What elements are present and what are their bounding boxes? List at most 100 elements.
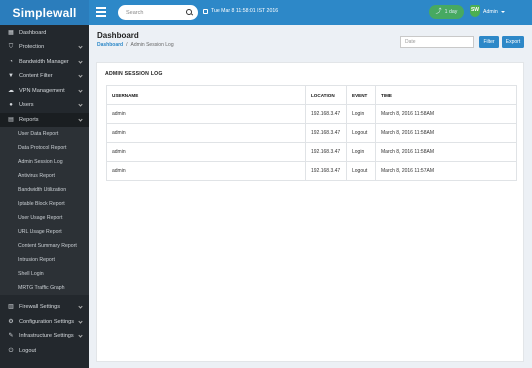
sidebar-item-infrastructure-settings[interactable]: ✎ Infrastructure Settings: [0, 329, 89, 343]
cloud-icon: ☁: [8, 88, 14, 94]
user-icon: ●: [9, 102, 13, 108]
sidebar-item-label: Infrastructure Settings: [19, 333, 74, 339]
chevron-down-icon: [500, 11, 505, 13]
sidebar-item-label: Dashboard: [19, 30, 47, 36]
search-input[interactable]: [126, 9, 186, 16]
chevron-down-icon: [78, 117, 83, 122]
chevron-down-icon: [78, 88, 83, 93]
gear-icon: ⚙: [8, 319, 14, 325]
cell-event: Logout: [346, 123, 376, 143]
subitem-antivirus-report[interactable]: Antivirus Report: [0, 169, 89, 183]
user-avatar[interactable]: SW: [470, 5, 480, 17]
power-icon: ⏻: [8, 348, 14, 354]
filter-button[interactable]: Filter: [479, 36, 499, 48]
cell-time: March 8, 2016 11:58AM: [375, 123, 517, 143]
breadcrumb-home-link[interactable]: Dashboard: [97, 42, 123, 48]
sidebar-item-reports[interactable]: ▤ Reports: [0, 113, 89, 127]
chevron-down-icon: [78, 319, 83, 324]
sidebar-item-label: Bandwidth Manager: [19, 59, 69, 65]
subitem-admin-session-log[interactable]: Admin Session Log: [0, 155, 89, 169]
sidebar-item-users[interactable]: ● Users: [0, 98, 89, 112]
cell-time: March 8, 2016 11:57AM: [375, 161, 517, 181]
search-box[interactable]: [118, 5, 198, 20]
subitem-iptable-block-report[interactable]: Iptable Block Report: [0, 197, 89, 211]
subitem-user-data-report[interactable]: User Data Report: [0, 127, 89, 141]
column-header-time: TIME: [375, 85, 517, 105]
sidebar-item-label: Configuration Settings: [19, 319, 75, 325]
panel-title: ADMIN SESSION LOG: [105, 71, 163, 77]
subitem-url-usage-report[interactable]: URL Usage Report: [0, 225, 89, 239]
cell-location: 192.168.3.47: [305, 104, 347, 124]
chevron-down-icon: [78, 102, 83, 107]
period-selector[interactable]: ⤴ 1 day: [429, 5, 464, 19]
table-header-row: USERNAME LOCATION EVENT TIME: [106, 85, 517, 105]
cell-location: 192.168.3.47: [305, 123, 347, 143]
session-log-table: USERNAME LOCATION EVENT TIME admin 192.1…: [106, 85, 517, 181]
export-button[interactable]: Export: [502, 36, 524, 48]
sidebar-item-label: Users: [19, 102, 34, 108]
table-row: admin 192.168.3.47 Logout March 8, 2016 …: [106, 161, 517, 181]
sidebar-item-logout[interactable]: ⏻ Logout: [0, 344, 89, 358]
server-datetime: Tue Mar 8 11:58:01 IST 2016: [203, 8, 278, 14]
cell-event: Logout: [346, 161, 376, 181]
sidebar-item-vpn-management[interactable]: ☁ VPN Management: [0, 84, 89, 98]
sidebar-item-label: Content Filter: [19, 73, 53, 79]
cell-time: March 8, 2016 11:58AM: [375, 142, 517, 162]
sidebar: ▦ Dashboard ⛉ Protection ◔ Bandwidth Man…: [0, 25, 89, 368]
cell-event: Login: [346, 142, 376, 162]
sidebar-item-content-filter[interactable]: ▼ Content Filter: [0, 69, 89, 83]
trend-icon: ⤴: [435, 9, 442, 15]
cell-event: Login: [346, 104, 376, 124]
date-field[interactable]: [400, 36, 474, 48]
cell-username: admin: [106, 161, 306, 181]
cell-location: 192.168.3.47: [305, 161, 347, 181]
subitem-bandwidth-utilization[interactable]: Bandwidth Utilization: [0, 183, 89, 197]
gauge-icon: ◔: [9, 59, 13, 65]
sidebar-item-protection[interactable]: ⛉ Protection: [0, 40, 89, 54]
wrench-icon: ✎: [8, 333, 14, 339]
table-row: admin 192.168.3.47 Login March 8, 2016 1…: [106, 142, 517, 162]
cell-username: admin: [106, 142, 306, 162]
chevron-down-icon: [78, 304, 83, 309]
main-content: Dashboard Dashboard / Admin Session Log …: [89, 25, 532, 368]
top-bar: Simplewall Tue Mar 8 11:58:01 IST 2016 ⤴…: [0, 0, 532, 25]
datetime-text: Tue Mar 8 11:58:01 IST 2016: [211, 8, 279, 14]
brand-logo[interactable]: Simplewall: [0, 0, 89, 25]
subitem-mrtg-traffic-graph[interactable]: MRTG Traffic Graph: [0, 281, 89, 295]
user-menu[interactable]: Admin: [483, 9, 505, 15]
search-icon[interactable]: [186, 9, 193, 16]
cell-time: March 8, 2016 11:58AM: [375, 104, 517, 124]
shield-icon: ⛉: [8, 44, 14, 50]
column-header-event: EVENT: [346, 85, 376, 105]
subitem-data-protocol-report[interactable]: Data Protocol Report: [0, 141, 89, 155]
column-header-username: USERNAME: [106, 85, 306, 105]
filter-icon: ▼: [8, 73, 14, 79]
chevron-down-icon: [78, 333, 83, 338]
menu-toggle-icon[interactable]: [96, 7, 106, 18]
sidebar-item-label: Logout: [19, 348, 37, 354]
page-title: Dashboard: [97, 31, 139, 40]
subitem-content-summary-report[interactable]: Content Summary Report: [0, 239, 89, 253]
cell-location: 192.168.3.47: [305, 142, 347, 162]
user-label: Admin: [483, 9, 498, 15]
sidebar-item-label: Firewall Settings: [19, 304, 61, 310]
subitem-shell-login[interactable]: Shell Login: [0, 267, 89, 281]
cell-username: admin: [106, 104, 306, 124]
sidebar-item-label: VPN Management: [19, 88, 65, 94]
sidebar-item-configuration-settings[interactable]: ⚙ Configuration Settings: [0, 315, 89, 329]
document-icon: ▤: [8, 117, 14, 123]
cell-username: admin: [106, 123, 306, 143]
chevron-down-icon: [78, 44, 83, 49]
sidebar-item-label: Protection: [19, 44, 45, 50]
breadcrumb-current: Admin Session Log: [130, 42, 174, 48]
column-header-location: LOCATION: [305, 85, 347, 105]
sidebar-item-firewall-settings[interactable]: ▥ Firewall Settings: [0, 300, 89, 314]
chevron-down-icon: [78, 73, 83, 78]
calendar-icon: [203, 8, 208, 14]
subitem-user-usage-report[interactable]: User Usage Report: [0, 211, 89, 225]
grid-icon: ▦: [8, 30, 14, 36]
subitem-intrusion-report[interactable]: Intrusion Report: [0, 253, 89, 267]
sidebar-item-bandwidth-manager[interactable]: ◔ Bandwidth Manager: [0, 55, 89, 69]
sidebar-item-dashboard[interactable]: ▦ Dashboard: [0, 26, 89, 40]
chevron-down-icon: [78, 59, 83, 64]
